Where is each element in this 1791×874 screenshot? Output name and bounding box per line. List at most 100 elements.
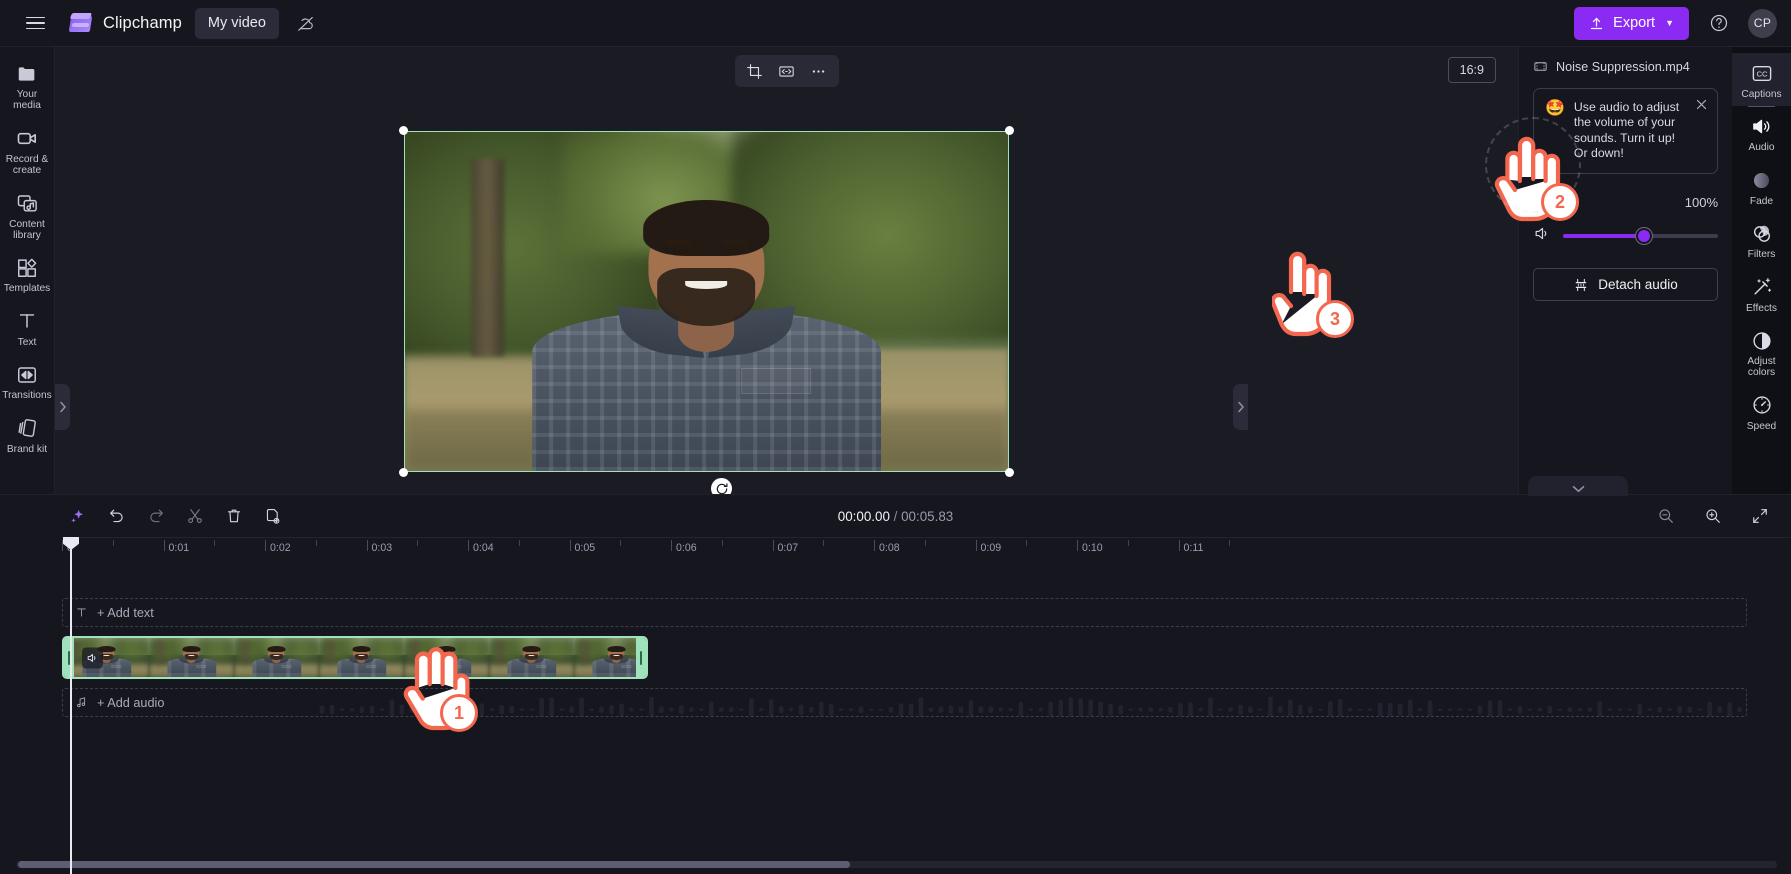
text-track: + Add text	[62, 598, 1747, 627]
timeline-horizontal-scrollbar[interactable]	[16, 861, 1777, 868]
tab-captions[interactable]: CC Captions	[1732, 53, 1791, 108]
clip-thumbnail	[319, 638, 404, 677]
aspect-ratio-chip[interactable]: 16:9	[1447, 57, 1496, 83]
left-panel-expand-handle[interactable]	[55, 384, 70, 430]
properties-panel-collapse-handle[interactable]	[1233, 384, 1248, 430]
playhead[interactable]	[63, 537, 79, 874]
sidebar-item-your-media[interactable]: Your media	[0, 54, 55, 119]
sparkle-icon[interactable]	[62, 501, 93, 532]
scissors-icon[interactable]	[179, 501, 210, 532]
redo-arrow-icon[interactable]	[140, 501, 171, 532]
sidebar-item-record-create[interactable]: Record & create	[0, 119, 55, 184]
sidebar-item-content-library[interactable]: Content library	[0, 184, 55, 249]
text-t-icon	[16, 310, 38, 333]
timeline: 00:00.00 / 00:05.83 0:01 0:02 0:03 0:04 …	[0, 476, 1791, 874]
resize-handle-top-left[interactable]	[399, 126, 408, 135]
video-clip[interactable]	[62, 636, 648, 679]
volume-slider-knob[interactable]	[1637, 230, 1650, 243]
resize-handle-top-right[interactable]	[1005, 126, 1014, 135]
volume-slider[interactable]	[1563, 230, 1718, 243]
ruler-tick-label: 0:08	[879, 542, 900, 554]
video-preview-frame	[404, 131, 1009, 472]
text-t-icon	[77, 608, 86, 617]
clip-trim-handle-right[interactable]	[636, 638, 646, 677]
clip-thumbnail	[64, 638, 149, 677]
resize-handle-bottom-left[interactable]	[399, 468, 408, 477]
clip-file-name: Noise Suppression.mp4	[1556, 59, 1690, 74]
timeline-collapse-handle[interactable]	[1528, 476, 1628, 496]
add-audio-row[interactable]: + Add audio	[62, 688, 1747, 717]
clip-trim-handle-left[interactable]	[64, 638, 74, 677]
crop-icon[interactable]	[740, 58, 770, 84]
avatar[interactable]: CP	[1748, 8, 1777, 38]
brand-kit-icon	[16, 417, 38, 440]
volume-value: 100%	[1684, 194, 1718, 210]
scrollbar-thumb[interactable]	[18, 861, 850, 868]
export-button-label: Export	[1613, 15, 1656, 31]
cloud-off-icon[interactable]	[293, 10, 319, 36]
more-options-icon[interactable]	[804, 58, 834, 84]
sidebar-item-brand-kit[interactable]: Brand kit	[0, 409, 55, 462]
tab-audio[interactable]: Audio	[1732, 106, 1791, 159]
star-struck-emoji-icon: 🤩	[1545, 100, 1565, 117]
tab-speed[interactable]: Speed	[1732, 385, 1791, 438]
transitions-icon	[16, 363, 38, 386]
ruler-tick-label: 0:11	[1183, 542, 1204, 554]
closed-captions-icon: CC	[1751, 62, 1773, 85]
volume-label: Volume	[1533, 194, 1580, 211]
clipchamp-logo-icon	[68, 12, 94, 34]
sidebar-item-text[interactable]: Text	[0, 302, 55, 355]
sidebar-item-label: Brand kit	[6, 443, 48, 455]
detach-audio-label: Detach audio	[1598, 277, 1678, 293]
ruler-tick-label: 0:02	[270, 542, 291, 554]
fit-horizontal-icon[interactable]	[772, 58, 802, 84]
magnifier-plus-icon[interactable]	[1697, 501, 1728, 532]
close-x-icon[interactable]	[1694, 97, 1709, 112]
question-circle-icon[interactable]	[1706, 10, 1732, 36]
add-text-row[interactable]: + Add text	[62, 598, 1747, 627]
tab-fade[interactable]: Fade	[1732, 160, 1791, 213]
audio-waveform-placeholder	[319, 696, 1742, 716]
sidebar-item-label: Your media	[13, 89, 41, 112]
tab-adjust-colors[interactable]: Adjust colors	[1732, 320, 1791, 385]
trash-bin-icon[interactable]	[218, 501, 249, 532]
time-separator: /	[893, 508, 898, 524]
templates-grid-icon	[16, 256, 38, 279]
fit-arrows-icon[interactable]	[1744, 501, 1775, 532]
audio-tip-text: Use audio to adjust the volume of your s…	[1573, 100, 1680, 160]
volume-row: Volume 100%	[1533, 194, 1718, 210]
sidebar-item-label: Text	[17, 336, 37, 348]
project-name-chip[interactable]: My video	[194, 7, 279, 39]
sidebar-item-templates[interactable]: Templates	[0, 248, 55, 301]
preview-stage: 16:9	[55, 47, 1518, 524]
export-button[interactable]: Export ▼	[1574, 6, 1689, 40]
magnifier-minus-icon[interactable]	[1650, 501, 1681, 532]
effects-wand-icon	[1751, 276, 1773, 299]
tab-effects[interactable]: Effects	[1732, 267, 1791, 320]
duplicate-page-icon[interactable]	[257, 501, 288, 532]
add-text-label: + Add text	[97, 605, 154, 620]
detach-audio-button[interactable]: Detach audio	[1533, 268, 1718, 302]
sidebar-item-transitions[interactable]: Transitions	[0, 355, 55, 408]
timeline-tool-buttons	[62, 501, 288, 532]
speaker-wave-icon	[1750, 115, 1773, 138]
ruler-tick-label: 0:01	[168, 542, 190, 554]
clip-thumbnails	[64, 638, 646, 677]
tab-filters[interactable]: Filters	[1732, 213, 1791, 266]
video-preview-container[interactable]	[399, 126, 1014, 477]
clip-mute-toggle-icon[interactable]	[82, 647, 103, 668]
speaker-wave-icon[interactable]	[1533, 224, 1552, 248]
timeline-tracks: + Add text + Add audio	[62, 562, 1747, 717]
ruler-tick-label: 0:07	[777, 542, 799, 554]
sidebar-item-label: Record & create	[5, 153, 49, 177]
volume-slider-row	[1533, 224, 1718, 248]
brand: Clipchamp	[68, 12, 182, 34]
hamburger-menu-icon[interactable]	[16, 4, 54, 42]
undo-arrow-icon[interactable]	[101, 501, 132, 532]
resize-handle-bottom-right[interactable]	[1005, 468, 1014, 477]
video-track	[62, 636, 1747, 679]
editor-body: Your media Record & create Content libra…	[0, 47, 1791, 524]
timeline-ruler[interactable]: 00:010:020:030:040:050:060:070:080:090:1…	[62, 537, 1791, 562]
clipchamp-editor-window: Clipchamp My video Export ▼ CP Your medi…	[0, 0, 1791, 874]
add-audio-label: + Add audio	[97, 695, 165, 710]
